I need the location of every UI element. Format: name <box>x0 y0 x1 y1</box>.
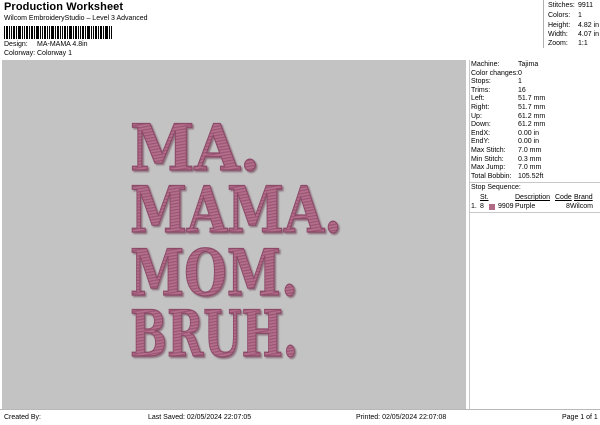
table-row: 1. 8 9909 Purple 8 Wilcom <box>470 203 600 212</box>
header-code: Code <box>555 194 572 201</box>
design-row: Design: MA-MAMA 4.8in <box>0 41 200 50</box>
machine-row-value: 0.00 in <box>518 129 540 137</box>
machine-row-value: 105.52ft <box>518 172 544 180</box>
embroidery-artwork: MA. MAMA. MOM. BRUH. <box>129 110 342 372</box>
design-line-4: BRUH. <box>130 297 298 372</box>
colors-label: Colors: <box>548 12 571 19</box>
machine-row-value: 16 <box>518 86 526 94</box>
machine-row-label: EndX: <box>471 129 491 137</box>
machine-row-value: 0.00 in <box>518 138 540 146</box>
machine-row-label: EndY: <box>471 138 490 146</box>
page-number: Page 1 of 1 <box>562 414 598 421</box>
last-saved: Last Saved: 02/05/2024 22:07:05 <box>148 414 252 421</box>
width-label: Width: <box>548 31 568 38</box>
machine-row-label: Color changes: <box>471 69 519 77</box>
colorway-row: Colorway: Colorway 1 <box>0 50 200 59</box>
stop-sequence-header: St. Description Code Brand <box>470 194 600 203</box>
machine-row-label: Max Jump: <box>471 164 506 172</box>
software-subtitle: Wilcom EmbroideryStudio – Level 3 Advanc… <box>4 15 148 22</box>
machine-row-value: 7.0 mm <box>518 147 542 154</box>
created-by: Created By: <box>4 414 41 421</box>
machine-info-panel: Machine: Tajima Color changes: 0 Stops: 1 Trim… <box>469 60 600 409</box>
machine-row-value: 51.7 mm <box>518 95 546 103</box>
footer: Created By: Last Saved: 02/05/2024 22:07… <box>0 409 600 425</box>
machine-row-label: Total Bobbin: <box>471 172 512 180</box>
colorway-value: Colorway 1 <box>37 50 73 57</box>
machine-row-label: Down: <box>471 121 491 129</box>
height-label: Height: <box>548 22 571 29</box>
page-title: Production Worksheet <box>4 1 124 13</box>
machine-row-label: Right: <box>471 104 490 111</box>
machine-row-value: 51.7 mm <box>518 104 546 111</box>
design-label: Design: <box>4 41 28 48</box>
machine-row-label: Max Stitch: <box>471 147 506 154</box>
colorway-label: Colorway: <box>4 50 36 57</box>
header-brand: Brand <box>574 194 593 201</box>
machine-row-label: Stops: <box>471 78 491 86</box>
color-swatch <box>489 204 495 210</box>
header-st: St. <box>480 194 489 201</box>
machine-row-value: 0.3 mm <box>518 155 542 163</box>
design-value: MA-MAMA 4.8in <box>37 41 88 48</box>
height-value: 4.82 in <box>578 22 600 29</box>
printed: Printed: 02/05/2024 22:07:08 <box>356 414 447 421</box>
row-number: 9909 <box>498 203 514 210</box>
colors-value: 1 <box>578 12 582 19</box>
barcode-icon <box>4 26 112 39</box>
width-value: 4.07 in <box>578 31 600 38</box>
design-preview: MA. MAMA. MOM. BRUH. <box>2 60 466 409</box>
zoom-value: 1:1 <box>578 40 588 47</box>
machine-row-value: 61.2 mm <box>518 112 546 120</box>
machine-row-label: Left: <box>471 95 485 103</box>
machine-row-value: 0 <box>518 69 522 77</box>
stop-sequence-title: Stop Sequence: <box>471 184 521 191</box>
machine-row-value: 61.2 mm <box>518 121 546 129</box>
machine-row-value: Tajima <box>518 61 539 68</box>
row-description: Purple <box>515 203 536 210</box>
zoom-label: Zoom: <box>548 40 568 47</box>
row-index: 1. <box>471 203 477 210</box>
design-stats: Stitches: 9911 Colors: 1 Height: 4.82 in… <box>543 0 600 48</box>
stitches-value: 9911 <box>578 2 594 9</box>
machine-row-label: Up: <box>471 112 482 120</box>
machine-row-label: Min Stitch: <box>471 155 504 163</box>
header-description: Description <box>515 194 551 201</box>
machine-row-label: Machine: <box>471 61 500 68</box>
stitches-label: Stitches: <box>548 2 575 9</box>
row-brand: Wilcom <box>570 203 593 210</box>
machine-row-value: 1 <box>518 78 522 86</box>
row-st: 8 <box>480 203 484 210</box>
machine-row-value: 7.0 mm <box>518 164 542 172</box>
machine-row-label: Trims: <box>471 86 491 94</box>
